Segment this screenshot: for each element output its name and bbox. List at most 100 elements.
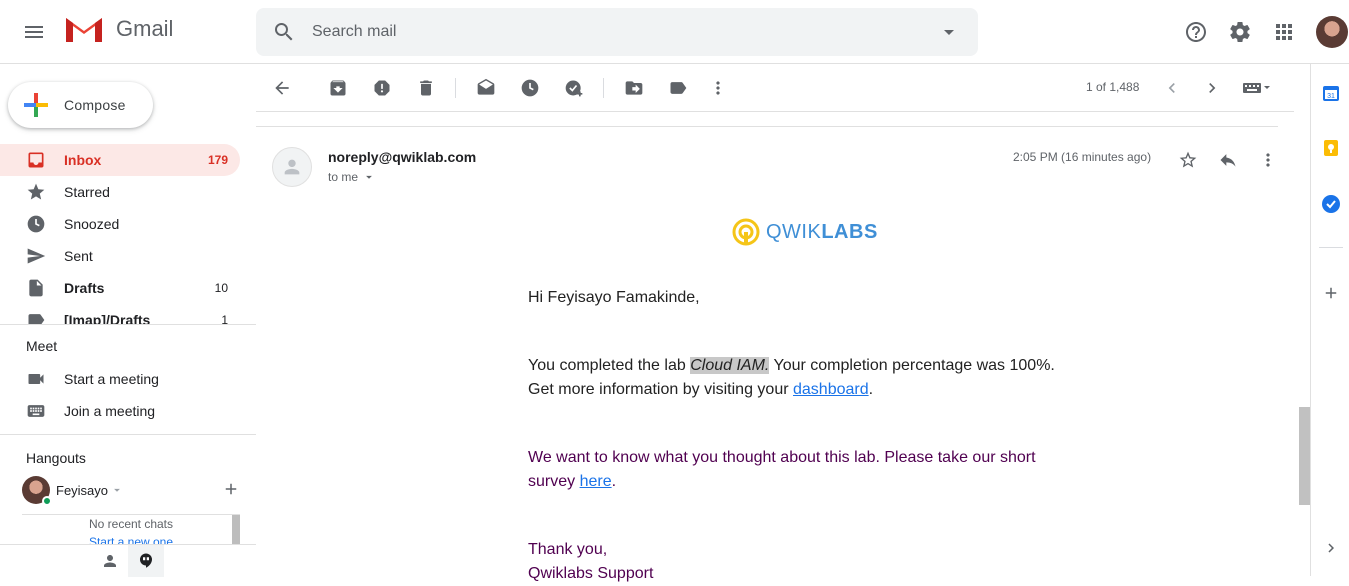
unread-count: 179 [207, 153, 228, 167]
caret-down-icon [366, 175, 372, 179]
label-icon [0, 310, 64, 324]
survey-link[interactable]: here [580, 473, 612, 490]
message-more-button[interactable] [1250, 142, 1286, 178]
more-vert-icon [1266, 153, 1270, 167]
more-actions-button[interactable] [698, 68, 738, 108]
tasks-button[interactable] [1319, 192, 1343, 216]
start-meeting-item[interactable]: Start a meeting [0, 363, 240, 395]
join-meeting-item[interactable]: Join a meeting [0, 395, 240, 427]
apps-grid-icon [1276, 24, 1292, 40]
completion-suffix: Your completion percentage was 100%. [769, 357, 1055, 374]
hangouts-avatar [22, 476, 52, 506]
person-icon [104, 555, 116, 567]
main-scrollbar[interactable] [1299, 407, 1310, 505]
completion-prefix: You completed the lab [528, 357, 691, 374]
sidebar-item-imap-drafts[interactable]: [Imap]/Drafts 1 [0, 304, 240, 324]
move-to-button[interactable] [614, 68, 654, 108]
start-new-chat-link[interactable]: Start a new one [22, 535, 240, 544]
labels-button[interactable] [658, 68, 698, 108]
thread-divider [256, 126, 1278, 127]
sidebar-item-label: Snoozed [64, 216, 120, 232]
main-menu-button[interactable] [14, 12, 54, 52]
chats-scrollbar[interactable] [232, 515, 240, 544]
settings-button[interactable] [1220, 12, 1260, 52]
calendar-button[interactable]: 31 [1319, 81, 1343, 105]
add-chat-button[interactable] [222, 480, 240, 501]
survey-prefix: survey [528, 473, 580, 490]
snooze-button[interactable] [510, 68, 550, 108]
dashboard-link[interactable]: dashboard [793, 381, 869, 398]
top-bar: Gmail Search mail [0, 0, 1349, 64]
input-tools-button[interactable] [1234, 68, 1278, 108]
get-addons-button[interactable] [1319, 281, 1343, 305]
report-icon [374, 80, 390, 96]
apps-button[interactable] [1264, 12, 1304, 52]
sidebar: Compose Inbox 179 Starred Snoozed Sent D… [0, 64, 256, 577]
sidebar-item-label: Starred [64, 184, 110, 200]
gmail-logo[interactable]: Gmail [64, 14, 173, 44]
add-to-tasks-button[interactable] [554, 68, 594, 108]
folder-list: Inbox 179 Starred Snoozed Sent Drafts 10… [0, 144, 256, 324]
person-icon [284, 159, 300, 175]
reply-button[interactable] [1210, 142, 1246, 178]
recent-chats: No recent chats Start a new one [22, 514, 240, 544]
sidebar-item-label: [Imap]/Drafts [64, 312, 151, 324]
help-icon [1186, 22, 1206, 42]
clock-icon [521, 79, 539, 97]
hangouts-user[interactable]: Feyisayo [22, 474, 242, 506]
compose-button[interactable]: Compose [8, 82, 153, 128]
send-icon [0, 246, 64, 266]
sidebar-item-sent[interactable]: Sent [0, 240, 240, 272]
inbox-icon [0, 150, 64, 170]
side-panel: 31 [1310, 64, 1349, 576]
search-options-button[interactable] [920, 20, 978, 44]
chevron-right-icon [1328, 543, 1334, 553]
newer-button[interactable] [1152, 68, 1192, 108]
recipient-text: to me [328, 170, 359, 184]
imap-draft-count: 1 [221, 313, 228, 324]
move-folder-icon [625, 81, 643, 95]
plus-icon [8, 90, 64, 120]
sender-avatar [272, 147, 312, 187]
star-button[interactable] [1170, 142, 1206, 178]
delete-button[interactable] [406, 68, 446, 108]
message-time: 2:05 PM (16 minutes ago) [1013, 150, 1152, 164]
hide-side-panel-button[interactable] [1319, 536, 1343, 560]
brand-text-bold: LABS [821, 220, 878, 243]
survey-suffix: . [611, 473, 617, 490]
older-button[interactable] [1192, 68, 1232, 108]
archive-button[interactable] [318, 68, 358, 108]
message-view: 1 of 1,488 noreply@qwiklab.com to me 2:0… [256, 64, 1310, 582]
sidebar-item-snoozed[interactable]: Snoozed [0, 208, 240, 240]
section-divider [0, 434, 256, 435]
conversations-tab[interactable] [128, 545, 164, 577]
label-icon [670, 82, 687, 94]
search-input[interactable]: Search mail [312, 23, 920, 41]
dashboard-prefix: Get more information by visiting your [528, 381, 793, 398]
contacts-tab[interactable] [92, 545, 128, 577]
join-meeting-label: Join a meeting [64, 403, 156, 419]
support-button[interactable] [1176, 12, 1216, 52]
sidebar-item-starred[interactable]: Starred [0, 176, 240, 208]
keep-button[interactable] [1319, 136, 1343, 160]
survey-line: We want to know what you thought about t… [528, 449, 1036, 466]
search-button[interactable] [256, 20, 312, 44]
keyboard-icon [0, 401, 64, 421]
sidebar-item-drafts[interactable]: Drafts 10 [0, 272, 240, 304]
archive-icon [330, 80, 346, 96]
account-avatar[interactable] [1316, 16, 1348, 48]
search-bar[interactable]: Search mail [256, 8, 978, 56]
qwiklabs-logo-icon [732, 218, 760, 246]
hangouts-tabs [0, 544, 256, 577]
report-spam-button[interactable] [362, 68, 402, 108]
sender-email[interactable]: noreply@qwiklab.com [328, 149, 476, 165]
hamburger-menu-icon [25, 26, 43, 38]
recipient-details[interactable]: to me [328, 170, 376, 184]
mark-unread-button[interactable] [466, 68, 506, 108]
calendar-icon: 31 [1323, 86, 1339, 101]
task-add-icon [565, 80, 583, 97]
back-button[interactable] [262, 68, 302, 108]
sidebar-item-inbox[interactable]: Inbox 179 [0, 144, 240, 176]
mail-open-icon [477, 78, 495, 95]
section-divider [0, 324, 256, 325]
